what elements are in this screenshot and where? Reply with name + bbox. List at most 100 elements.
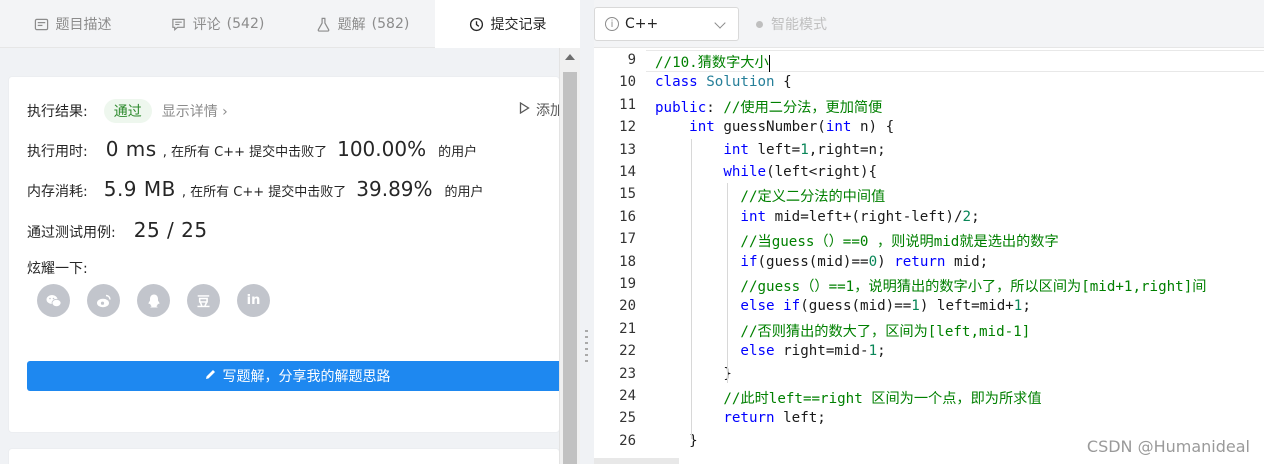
code-line: //定义二分法的中间值 <box>740 189 886 206</box>
smart-mode-toggle[interactable]: 智能模式 <box>756 14 827 34</box>
line-number: 24 <box>619 388 636 404</box>
code-line: //否则猜出的数大了，区间为[left,mid-1] <box>740 323 1031 340</box>
language-select[interactable]: i C++ <box>594 7 739 41</box>
play-icon <box>519 101 530 118</box>
memory-percentile: 39.89% <box>356 177 433 201</box>
status-badge: 通过 <box>103 99 152 123</box>
tab-solutions-label: 题解 <box>337 17 366 33</box>
scrollbar-thumb[interactable] <box>563 72 577 464</box>
share-row: 炫耀一下: <box>27 258 88 278</box>
submission-result-card: 执行结果: 通过 显示详情 › 添加 执行用时: 0 ms , 在所有 C++ … <box>8 76 560 433</box>
code-line: //当guess（）==0 ，则说明mid就是选出的数字 <box>740 234 1059 251</box>
description-icon <box>34 16 50 32</box>
line-number: 19 <box>619 276 636 292</box>
line-number: 21 <box>619 320 636 337</box>
tab-comments-count: (542) <box>226 16 265 32</box>
scrollbar-thumb[interactable] <box>594 458 679 464</box>
code-line: return left; <box>723 410 826 427</box>
tests-value: 25 / 25 <box>133 218 208 242</box>
tab-solutions[interactable]: 题解 (582) <box>290 0 435 48</box>
indent-guide <box>691 139 692 439</box>
show-details-label: 显示详情 <box>161 104 218 120</box>
qq-icon[interactable] <box>137 284 170 317</box>
line-number: 16 <box>619 208 636 225</box>
wechat-icon[interactable] <box>37 284 70 317</box>
left-scrollbar[interactable] <box>559 48 580 464</box>
line-number: 17 <box>619 231 636 248</box>
code-line: //10.猜数字大小 <box>655 54 770 72</box>
douban-glyph: 豆 <box>196 295 210 310</box>
runtime-label: 执行用时: <box>27 144 88 160</box>
app-root: 题目描述 评论 (542) 题解 (582) 提交记录 执行结果: 通过 显示详… <box>0 0 1264 464</box>
tab-comments-label: 评论 <box>192 17 221 33</box>
show-details-link[interactable]: 显示详情 › <box>162 101 228 121</box>
add-note-button[interactable]: 添加 <box>519 100 559 120</box>
memory-text: , 在所有 C++ 提交中击败了 <box>181 185 347 200</box>
tests-row: 通过测试用例: 25 / 25 <box>27 218 208 242</box>
line-number: 13 <box>619 141 636 158</box>
line-number: 25 <box>619 410 636 427</box>
tab-description[interactable]: 题目描述 <box>0 0 145 48</box>
smart-mode-label: 智能模式 <box>771 17 827 33</box>
code-line: else if(guess(mid)==1) left=mid+1; <box>740 298 1031 315</box>
scroll-up-icon[interactable] <box>565 54 575 60</box>
line-number-gutter: 9 10 11 12 13 14 15 16 17 18 19 20 21 22 23 24 25 26 <box>594 48 646 464</box>
code-line: else right=mid-1; <box>740 343 886 360</box>
code-line: while(left<right){ <box>723 164 878 180</box>
horizontal-scrollbar[interactable] <box>594 458 1264 464</box>
code-line: if(guess(mid)==0) return mid; <box>740 253 989 270</box>
text-cursor <box>768 54 770 72</box>
history-icon <box>469 16 485 32</box>
runtime-percentile: 100.00% <box>337 137 427 161</box>
weibo-icon[interactable] <box>87 284 120 317</box>
line-number: 15 <box>619 186 636 203</box>
code-editor[interactable]: 9 10 11 12 13 14 15 16 17 18 19 20 21 22 23 24 25 26 //10… <box>594 48 1264 464</box>
info-glyph: i <box>610 18 614 30</box>
code-line: public: //使用二分法，更加简便 <box>655 99 883 116</box>
language-value: C++ <box>625 16 659 32</box>
line-number: 14 <box>619 164 636 180</box>
status-dot-icon <box>756 20 763 28</box>
tab-bar: 题目描述 评论 (542) 题解 (582) 提交记录 <box>0 0 580 48</box>
add-note-label: 添加 <box>536 103 559 119</box>
memory-value: 5.9 MB <box>103 177 176 201</box>
chevron-down-icon <box>714 17 726 29</box>
right-panel: i C++ 智能模式 9 10 11 12 13 14 15 16 17 18 19 20 21 22 23… <box>594 0 1264 464</box>
code-line: int guessNumber(int n) { <box>689 119 895 136</box>
memory-suffix: 的用户 <box>444 185 484 200</box>
share-label: 炫耀一下: <box>27 261 88 277</box>
tab-solutions-count: (582) <box>371 16 410 32</box>
share-icons: 豆 in <box>37 284 270 317</box>
watermark: CSDN @Humanideal <box>1086 437 1250 456</box>
line-number: 18 <box>619 253 636 270</box>
line-number: 12 <box>619 119 636 136</box>
code-line: int mid=left+(right-left)/2; <box>740 208 980 225</box>
submission-list-card <box>8 448 560 464</box>
runtime-suffix: 的用户 <box>438 145 478 160</box>
write-solution-label: 写题解，分享我的解题思路 <box>222 369 391 385</box>
douban-icon[interactable]: 豆 <box>187 284 220 317</box>
write-solution-button[interactable]: 写题解，分享我的解题思路 <box>27 361 559 391</box>
editor-toolbar: i C++ 智能模式 <box>594 0 1264 48</box>
linkedin-icon[interactable]: in <box>237 284 270 317</box>
code-line: //guess（）==1，说明猜出的数字小了，所以区间为[mid+1,right… <box>740 279 1207 295</box>
tab-submissions[interactable]: 提交记录 <box>435 0 580 48</box>
line-number: 20 <box>619 298 636 315</box>
line-number: 22 <box>619 343 636 360</box>
code-line: class Solution { <box>655 74 792 91</box>
line-number: 9 <box>627 52 636 68</box>
drag-handle-icon[interactable] <box>585 330 588 366</box>
linkedin-glyph: in <box>246 293 261 308</box>
line-number: 26 <box>619 432 636 449</box>
info-icon: i <box>605 17 619 31</box>
result-label: 执行结果: <box>27 104 88 120</box>
line-number: 23 <box>619 365 636 382</box>
tab-description-label: 题目描述 <box>55 17 112 33</box>
panel-splitter[interactable] <box>580 0 594 464</box>
tab-comments[interactable]: 评论 (542) <box>145 0 290 48</box>
left-panel: 题目描述 评论 (542) 题解 (582) 提交记录 执行结果: 通过 显示详… <box>0 0 580 464</box>
runtime-row: 执行用时: 0 ms , 在所有 C++ 提交中击败了 100.00% 的用户 <box>27 137 477 161</box>
code-line: } <box>655 365 732 382</box>
tab-submissions-label: 提交记录 <box>490 17 547 33</box>
pencil-icon <box>204 368 217 385</box>
